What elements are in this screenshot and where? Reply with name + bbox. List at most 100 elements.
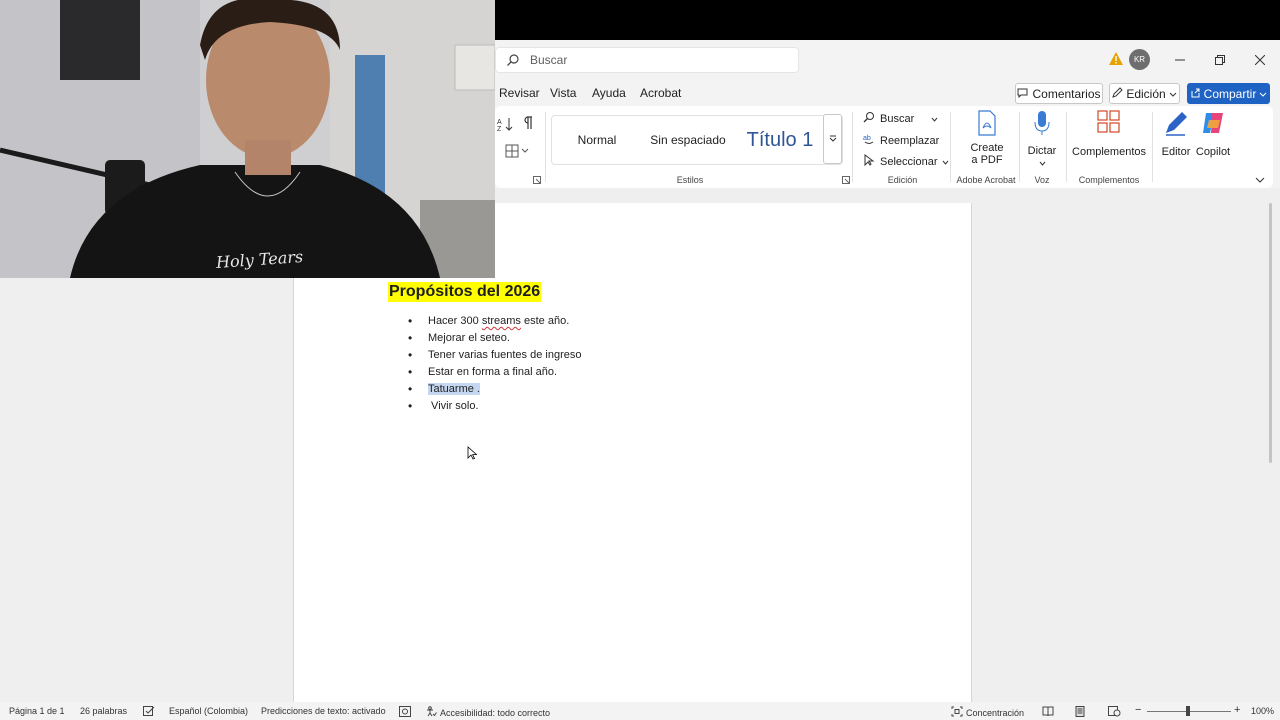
tab-vista[interactable]: Vista (550, 86, 576, 100)
tab-revisar[interactable]: Revisar (499, 86, 540, 100)
styles-launcher-icon[interactable] (842, 176, 850, 186)
pilcrow-icon[interactable] (521, 116, 533, 133)
select-arrow-icon (863, 154, 875, 169)
chevron-down-icon (1259, 87, 1267, 101)
pencil-icon (1112, 86, 1124, 101)
addins-button[interactable]: Complementos (1072, 110, 1146, 158)
search-input[interactable]: Buscar (495, 47, 799, 73)
list-item[interactable]: Mejorar el seteo. (408, 331, 581, 348)
styles-gallery: Normal Sin espaciado Título 1 (551, 115, 843, 165)
vertical-scrollbar[interactable] (1268, 203, 1274, 703)
voice-group-label: Voz (1034, 175, 1050, 185)
menu-bar: Revisar Vista Ayuda Acrobat Comentarios … (495, 80, 1280, 106)
tab-ayuda[interactable]: Ayuda (592, 86, 626, 100)
list-item[interactable]: Hacer 300 streams este año. (408, 314, 581, 331)
document-title[interactable]: Propósitos del 2026 (388, 282, 542, 302)
addins-label: Complementos (1072, 146, 1146, 158)
find-button[interactable]: Buscar (863, 111, 938, 126)
comments-button[interactable]: Comentarios (1015, 83, 1103, 104)
sort-icon[interactable]: AZ (497, 116, 513, 135)
create-pdf-button[interactable]: Create a PDF (965, 110, 1009, 166)
dictate-label: Dictar (1027, 145, 1057, 157)
ribbon-separator (1066, 112, 1067, 182)
chevron-down-icon (829, 134, 837, 144)
svg-text:Z: Z (497, 126, 502, 132)
read-mode-icon[interactable] (1042, 706, 1054, 717)
replace-button[interactable]: ab Reemplazar (863, 133, 939, 148)
web-layout-icon[interactable] (1108, 706, 1121, 717)
chevron-down-icon (931, 113, 938, 125)
create-pdf-line1: Create (970, 142, 1004, 154)
comment-icon (1017, 87, 1028, 101)
style-normal[interactable]: Normal (552, 116, 642, 164)
zoom-out-button[interactable]: − (1135, 704, 1141, 716)
tab-acrobat[interactable]: Acrobat (640, 86, 681, 100)
acrobat-group-label: Adobe Acrobat (956, 175, 1016, 185)
share-label: Compartir (1203, 86, 1257, 101)
svg-text:A: A (497, 119, 502, 126)
ribbon-separator (852, 112, 853, 182)
ribbon-collapse-icon[interactable] (1255, 172, 1265, 186)
copilot-button[interactable]: Copilot (1194, 110, 1232, 158)
style-no-spacing[interactable]: Sin espaciado (642, 116, 734, 164)
scrollbar-thumb[interactable] (1269, 203, 1272, 463)
borders-icon[interactable] (505, 144, 529, 161)
replace-label: Reemplazar (880, 134, 940, 147)
warning-icon[interactable] (1108, 51, 1124, 67)
styles-more-button[interactable] (823, 114, 842, 164)
minimize-icon[interactable] (1168, 48, 1192, 72)
ribbon-separator (1152, 112, 1153, 182)
select-label: Seleccionar (880, 155, 938, 168)
zoom-slider-thumb[interactable] (1186, 706, 1190, 716)
ribbon-separator (1019, 112, 1020, 182)
focus-icon (951, 706, 963, 719)
word-count[interactable]: 26 palabras (80, 706, 127, 716)
style-heading-1[interactable]: Título 1 (734, 116, 826, 164)
share-button[interactable]: Compartir (1187, 83, 1270, 104)
top-black-region (495, 0, 1280, 40)
editor-button[interactable]: Editor (1160, 110, 1192, 158)
search-icon (506, 53, 520, 67)
language-status[interactable]: Español (Colombia) (169, 706, 248, 716)
track-changes-icon[interactable] (399, 706, 411, 717)
proofing-icon[interactable] (143, 706, 155, 717)
list-item[interactable]: Tener varias fuentes de ingreso (408, 348, 581, 365)
focus-mode-button[interactable]: Concentración (951, 706, 1024, 719)
list-item[interactable]: Estar en forma a final año. (408, 365, 581, 382)
editing-mode-label: Edición (1126, 86, 1166, 101)
text-predictions-status[interactable]: Predicciones de texto: activado (261, 706, 386, 716)
avatar[interactable]: KR (1129, 49, 1150, 70)
create-pdf-line2: a PDF (971, 154, 1003, 166)
accessibility-status[interactable]: Accesibilidad: todo correcto (426, 706, 550, 719)
print-layout-icon[interactable] (1074, 706, 1086, 717)
mouse-cursor-icon (467, 446, 478, 460)
editing-mode-button[interactable]: Edición (1109, 83, 1180, 104)
dictate-button[interactable]: Dictar (1027, 110, 1057, 169)
zoom-level[interactable]: 100% (1251, 706, 1274, 716)
select-button[interactable]: Seleccionar (863, 154, 949, 169)
editing-group-label: Edición (887, 175, 918, 185)
list-item[interactable]: Tatuarme . (408, 382, 581, 399)
replace-icon: ab (863, 133, 875, 148)
copilot-icon (1200, 110, 1226, 139)
document-page[interactable]: Propósitos del 2026 Hacer 300 streams es… (293, 203, 972, 703)
chevron-down-icon (942, 156, 949, 168)
addins-grid-icon (1097, 110, 1121, 137)
svg-text:ab: ab (863, 135, 871, 142)
status-bar: Página 1 de 1 26 palabras Español (Colom… (0, 702, 1280, 720)
editor-pen-icon (1163, 110, 1189, 139)
addins-group-label: Complementos (1078, 175, 1140, 185)
microphone-icon (1032, 110, 1052, 139)
selected-text: Tatuarme . (428, 383, 480, 395)
page-count[interactable]: Página 1 de 1 (9, 706, 65, 716)
close-icon[interactable] (1248, 48, 1272, 72)
restore-icon[interactable] (1208, 48, 1232, 72)
pdf-icon (975, 110, 999, 139)
webcam-overlay: Holy Tears (0, 0, 495, 278)
copilot-label: Copilot (1195, 146, 1231, 158)
list-item[interactable]: Vivir solo. (408, 399, 581, 416)
paragraph-launcher-icon[interactable] (533, 176, 541, 186)
search-icon (863, 111, 875, 126)
zoom-in-button[interactable]: + (1234, 704, 1240, 716)
editor-label: Editor (1161, 146, 1191, 158)
